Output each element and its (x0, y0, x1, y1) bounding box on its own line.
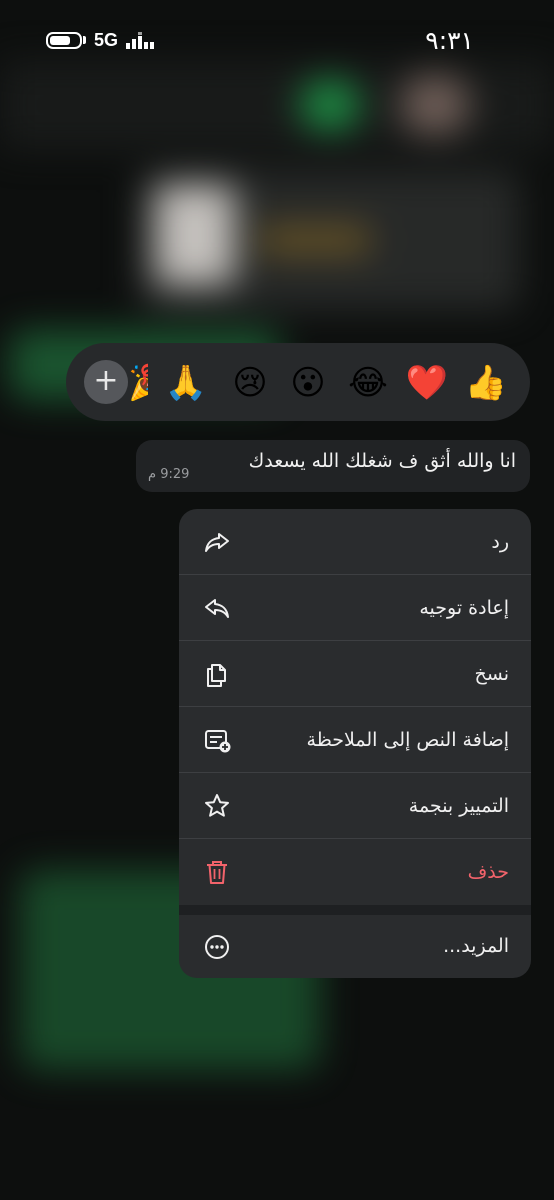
network-type: 5G (94, 30, 119, 50)
message-bubble[interactable]: انا والله أثق ف شغلك الله يسعدك 9:29 م (136, 440, 530, 492)
menu-item-label: حذف (467, 861, 509, 883)
surprised-emoji-reaction[interactable]: 😮 (286, 361, 330, 405)
menu-item-label: إعادة توجيه (419, 597, 509, 619)
menu-item-more[interactable]: المزيد... (179, 915, 531, 978)
battery-level (50, 36, 70, 45)
battery-icon (46, 32, 82, 49)
menu-item-add-to-note[interactable]: إضافة النص إلى الملاحظة (179, 707, 531, 773)
status-bar: 5G ٩:٣١ (0, 0, 554, 84)
menu-item-forward[interactable]: إعادة توجيه (179, 575, 531, 641)
heart-emoji-reaction[interactable]: ❤️ (405, 361, 449, 405)
menu-separator (179, 905, 531, 915)
message-context-menu: رد إعادة توجيه نسخ إضافة النص إلى الملاح… (179, 509, 531, 978)
menu-item-delete[interactable]: حذف (179, 839, 531, 905)
trash-icon (207, 861, 227, 884)
message-text: انا والله أثق ف شغلك الله يسعدك (248, 450, 516, 472)
add-to-note-icon (205, 730, 231, 753)
message-time: 9:29 م (148, 467, 190, 482)
reaction-bar: + 🎉 🙏 😢 😮 😂 ❤️ 👍 (66, 343, 530, 421)
laughing-emoji-reaction[interactable]: 😂 (346, 361, 390, 405)
menu-item-label: إضافة النص إلى الملاحظة (306, 729, 509, 751)
status-time: ٩:٣١ (425, 26, 474, 55)
menu-item-copy[interactable]: نسخ (179, 641, 531, 707)
battery-tip (83, 36, 86, 44)
signal-strength-icon (126, 32, 154, 49)
menu-item-star[interactable]: التمييز بنجمة (179, 773, 531, 839)
pray-emoji-reaction[interactable]: 🙏 (164, 361, 208, 405)
star-icon (205, 794, 229, 817)
party-emoji-reaction[interactable]: 🎉 (128, 363, 148, 403)
crying-emoji-reaction[interactable]: 😢 (228, 361, 272, 405)
menu-item-label: نسخ (474, 663, 509, 685)
menu-item-label: رد (491, 531, 509, 553)
forward-icon (205, 599, 229, 618)
screen: 5G ٩:٣١ + 🎉 🙏 😢 😮 😂 ❤️ 👍 انا والله أثق ف… (0, 0, 554, 1200)
menu-item-label: التمييز بنجمة (408, 795, 509, 817)
menu-item-label: المزيد... (443, 935, 509, 957)
copy-icon (207, 664, 226, 687)
thumbs-up-emoji-reaction[interactable]: 👍 (464, 361, 508, 405)
more-icon (205, 935, 229, 959)
add-reaction-button[interactable]: + (84, 360, 128, 404)
reply-icon (205, 533, 229, 552)
menu-item-reply[interactable]: رد (179, 509, 531, 575)
